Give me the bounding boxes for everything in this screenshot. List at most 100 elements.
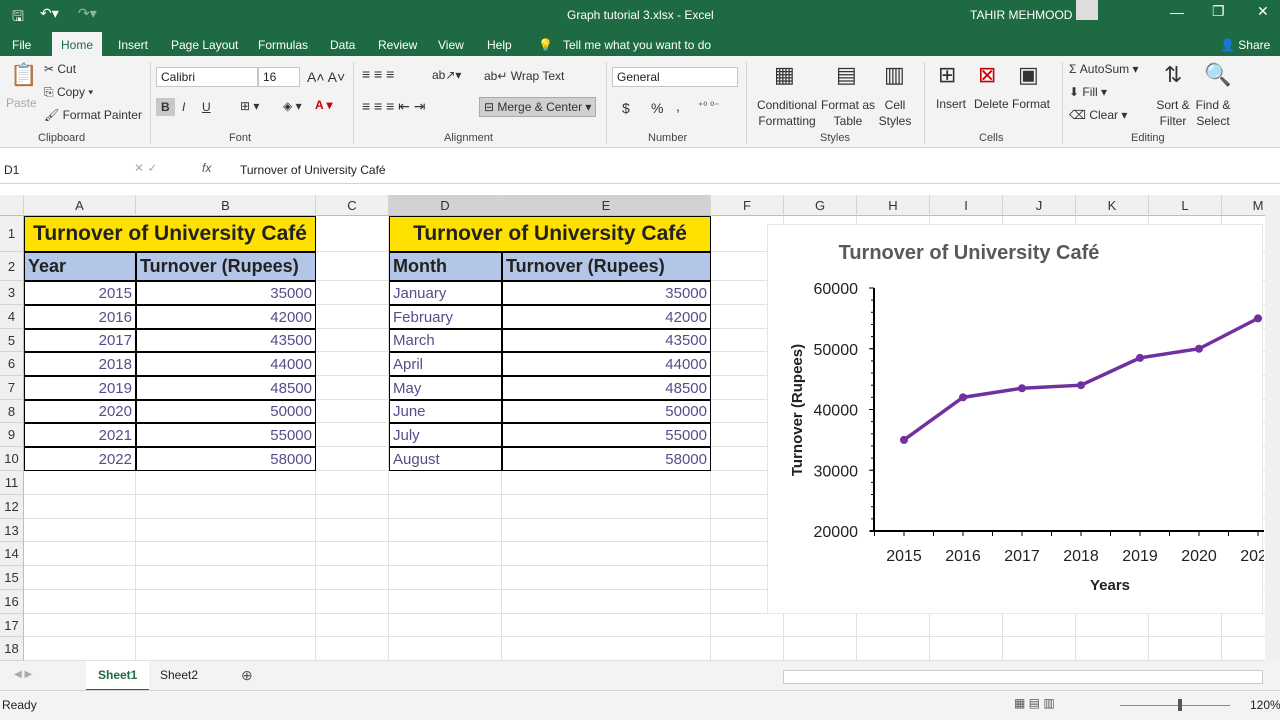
zoom-slider[interactable]: [1120, 705, 1230, 706]
column-header-C[interactable]: C: [316, 195, 389, 216]
sheet-tab-sheet1[interactable]: Sheet1: [86, 661, 150, 691]
comma-button[interactable]: ,: [676, 98, 680, 114]
format-cells-button[interactable]: Format: [1012, 97, 1050, 111]
column-header-I[interactable]: I: [930, 195, 1003, 216]
italic-button[interactable]: I: [182, 100, 185, 114]
row-header-7[interactable]: 7: [0, 376, 24, 400]
cell-styles-button[interactable]: Cell Styles: [876, 97, 914, 129]
underline-button[interactable]: U: [202, 100, 211, 114]
month-table-header[interactable]: Month: [389, 252, 502, 281]
tell-me-search[interactable]: Tell me what you want to do: [555, 34, 719, 56]
row-header-6[interactable]: 6: [0, 352, 24, 376]
column-header-K[interactable]: K: [1076, 195, 1149, 216]
orientation-icon[interactable]: ab↗▾: [432, 68, 461, 82]
column-header-J[interactable]: J: [1003, 195, 1076, 216]
tab-insert[interactable]: Insert: [110, 34, 156, 56]
month-table-cell[interactable]: 44000: [502, 352, 711, 376]
column-header-M[interactable]: M: [1222, 195, 1265, 216]
column-header-G[interactable]: G: [784, 195, 857, 216]
month-table-cell[interactable]: February: [389, 305, 502, 329]
year-table-cell[interactable]: 35000: [136, 281, 316, 305]
autosum-button[interactable]: Σ AutoSum ▾: [1069, 62, 1138, 76]
row-header-13[interactable]: 13: [0, 519, 24, 542]
year-table-cell[interactable]: 43500: [136, 329, 316, 352]
font-size-select[interactable]: 16: [258, 67, 300, 87]
month-table-cell[interactable]: July: [389, 423, 502, 447]
month-table-cell[interactable]: 35000: [502, 281, 711, 305]
month-table-cell[interactable]: 48500: [502, 376, 711, 400]
conditional-formatting-button[interactable]: Conditional Formatting: [756, 97, 818, 129]
column-header-B[interactable]: B: [136, 195, 316, 216]
year-table-cell[interactable]: 2019: [24, 376, 136, 400]
year-table-cell[interactable]: 2017: [24, 329, 136, 352]
tab-formulas[interactable]: Formulas: [250, 34, 316, 56]
cut-button[interactable]: ✂ Cut: [44, 62, 76, 76]
merge-center-button[interactable]: ⊟ Merge & Center ▾: [479, 97, 597, 117]
line-chart[interactable]: Turnover of University Café Years Turnov…: [767, 224, 1276, 614]
month-table-cell[interactable]: April: [389, 352, 502, 376]
add-sheet-icon[interactable]: ⊕: [241, 667, 253, 684]
year-table-cell[interactable]: 2022: [24, 447, 136, 471]
decimal-icon[interactable]: ⁺⁰ ⁰⁻: [698, 101, 719, 112]
row-header-10[interactable]: 10: [0, 447, 24, 471]
name-box[interactable]: D1: [4, 163, 90, 177]
restore-button[interactable]: ❐: [1212, 3, 1225, 20]
close-button[interactable]: ✕: [1257, 3, 1269, 20]
grow-font-icon[interactable]: A˄ A˅: [307, 69, 345, 85]
format-painter-button[interactable]: 🖌 Format Painter: [44, 108, 142, 122]
avatar[interactable]: [1076, 0, 1098, 20]
tab-help[interactable]: Help: [479, 34, 520, 56]
save-icon[interactable]: 🖫: [12, 6, 24, 30]
wrap-text-button[interactable]: ab↵ Wrap Text: [484, 69, 564, 83]
fill-button[interactable]: ⬇ Fill ▾: [1069, 85, 1107, 99]
format-as-table-button[interactable]: Format as Table: [820, 97, 876, 129]
year-table-cell[interactable]: 55000: [136, 423, 316, 447]
horizontal-scrollbar[interactable]: [783, 670, 1263, 684]
row-header-12[interactable]: 12: [0, 495, 24, 519]
year-table-cell[interactable]: 2020: [24, 400, 136, 423]
column-header-D[interactable]: D: [389, 195, 502, 216]
year-table-title[interactable]: Turnover of University Café: [24, 216, 316, 252]
font-color-icon[interactable]: A ▾: [315, 98, 333, 112]
share-button[interactable]: 👤 Share: [1212, 34, 1278, 56]
year-table-header[interactable]: Year: [24, 252, 136, 281]
year-table-cell[interactable]: 2018: [24, 352, 136, 376]
row-header-2[interactable]: 2: [0, 252, 24, 281]
fill-color-icon[interactable]: ◈ ▾: [283, 99, 302, 113]
paste-button[interactable]: Paste: [6, 96, 37, 110]
row-header-8[interactable]: 8: [0, 400, 24, 423]
row-header-4[interactable]: 4: [0, 305, 24, 329]
column-header-F[interactable]: F: [711, 195, 784, 216]
zoom-slider-thumb[interactable]: [1178, 699, 1182, 711]
year-table-cell[interactable]: 58000: [136, 447, 316, 471]
row-header-16[interactable]: 16: [0, 590, 24, 614]
delete-cells-button[interactable]: Delete: [974, 97, 1009, 111]
percent-button[interactable]: %: [651, 100, 663, 116]
tab-data[interactable]: Data: [322, 34, 363, 56]
select-all-button[interactable]: [0, 195, 24, 216]
view-icons[interactable]: ▦ ▤ ▥: [1014, 696, 1055, 710]
tab-page-layout[interactable]: Page Layout: [163, 34, 246, 56]
month-table-cell[interactable]: 42000: [502, 305, 711, 329]
year-table-cell[interactable]: 48500: [136, 376, 316, 400]
month-table-cell[interactable]: 43500: [502, 329, 711, 352]
borders-icon[interactable]: ⊞ ▾: [240, 99, 259, 113]
insert-cells-button[interactable]: Insert: [936, 97, 966, 111]
vertical-scrollbar[interactable]: [1265, 195, 1280, 661]
tab-home[interactable]: Home: [52, 32, 103, 56]
redo-icon[interactable]: ↷▾: [78, 5, 97, 22]
tab-review[interactable]: Review: [370, 34, 425, 56]
row-header-3[interactable]: 3: [0, 281, 24, 305]
year-table-cell[interactable]: 44000: [136, 352, 316, 376]
sort-filter-button[interactable]: Sort & Filter: [1155, 97, 1191, 129]
year-table-cell[interactable]: 42000: [136, 305, 316, 329]
row-header-14[interactable]: 14: [0, 542, 24, 566]
column-header-L[interactable]: L: [1149, 195, 1222, 216]
row-header-17[interactable]: 17: [0, 614, 24, 637]
row-header-5[interactable]: 5: [0, 329, 24, 352]
month-table-title[interactable]: Turnover of University Café: [389, 216, 711, 252]
formula-input[interactable]: Turnover of University Café: [240, 163, 386, 177]
year-table-cell[interactable]: 2021: [24, 423, 136, 447]
row-header-15[interactable]: 15: [0, 566, 24, 590]
minimize-button[interactable]: —: [1170, 4, 1184, 20]
